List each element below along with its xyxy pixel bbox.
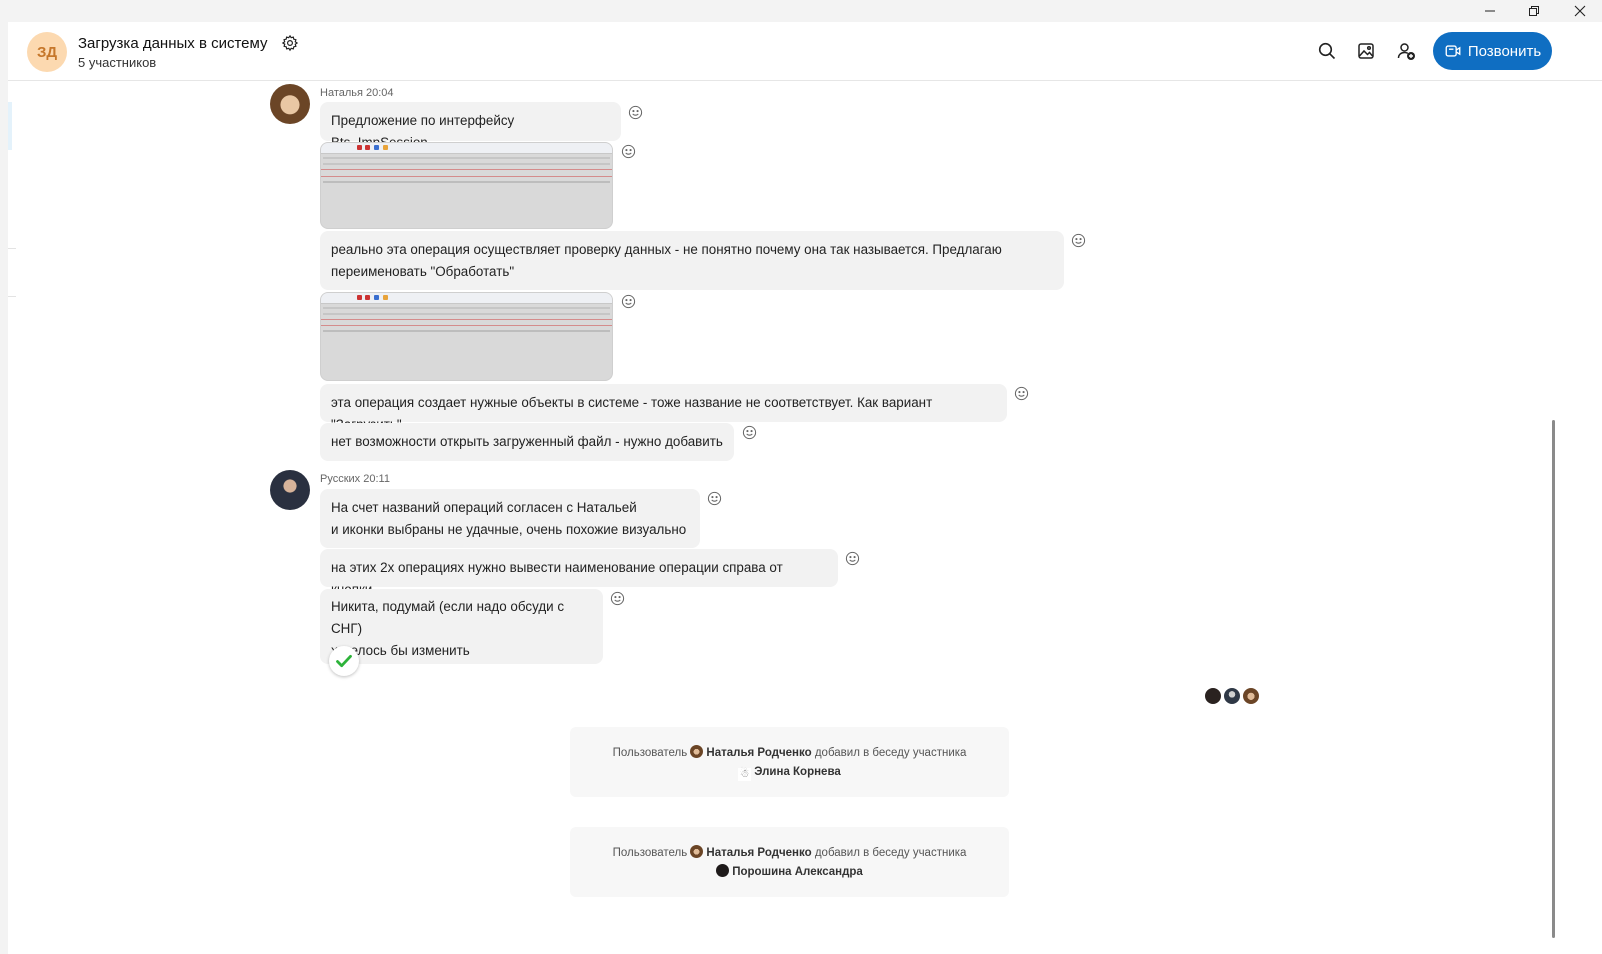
message-bubble[interactable]: нет возможности открыть загруженный файл… <box>320 423 734 461</box>
user-icon: ☃ <box>738 768 752 781</box>
chat-avatar[interactable]: ЗД <box>27 32 67 72</box>
read-receipt-avatar[interactable] <box>1204 687 1222 705</box>
scrollbar-thumb[interactable] <box>1552 420 1555 938</box>
target-name[interactable]: Порошина Александра <box>732 866 863 878</box>
chat-header: ЗД Загрузка данных в систему 5 участнико… <box>8 22 1602 81</box>
avatar[interactable] <box>270 84 310 124</box>
divider <box>8 296 16 297</box>
message-bubble[interactable]: эта операция создает нужные объекты в си… <box>320 384 1007 432</box>
screenshot-icon <box>374 295 379 300</box>
add-reaction-icon[interactable] <box>628 105 643 120</box>
reaction-badge[interactable] <box>329 646 359 676</box>
system-prefix: Пользователь <box>612 747 688 759</box>
system-prefix: Пользователь <box>612 847 688 859</box>
gallery-icon[interactable] <box>1356 41 1376 61</box>
screenshot-line <box>323 313 610 315</box>
call-button[interactable]: Позвонить <box>1433 32 1552 70</box>
minimize-icon[interactable] <box>1468 0 1512 22</box>
screenshot-line <box>321 325 612 326</box>
screenshot-line <box>323 181 610 183</box>
window-titlebar <box>0 0 1602 22</box>
screenshot-line <box>321 319 612 320</box>
search-icon[interactable] <box>1317 41 1337 61</box>
call-button-label: Позвонить <box>1467 42 1542 60</box>
add-reaction-icon[interactable] <box>1014 386 1029 401</box>
add-reaction-icon[interactable] <box>845 551 860 566</box>
actor-name[interactable]: Наталья Родченко <box>706 747 811 759</box>
screenshot-icon <box>357 145 362 150</box>
image-attachment[interactable] <box>320 292 613 381</box>
screenshot-line <box>321 169 612 170</box>
message-bubble[interactable]: на этих 2х операциях нужно вывести наиме… <box>320 549 838 597</box>
read-receipt-avatar[interactable] <box>1223 687 1241 705</box>
add-reaction-icon[interactable] <box>621 144 636 159</box>
screenshot-icon <box>365 145 370 150</box>
avatar[interactable] <box>270 470 310 510</box>
restore-icon[interactable] <box>1512 0 1556 22</box>
sidebar-edge <box>8 102 12 150</box>
chat-title[interactable]: Загрузка данных в систему <box>78 35 267 52</box>
divider <box>8 248 16 249</box>
screenshot-icon <box>357 295 362 300</box>
message-bubble[interactable]: На счет названий операций согласен с Нат… <box>320 489 700 548</box>
screenshot-line <box>323 157 610 159</box>
message-bubble[interactable]: реально эта операция осуществляет провер… <box>320 231 1064 290</box>
actor-name[interactable]: Наталья Родченко <box>706 847 811 859</box>
video-call-icon <box>1445 45 1461 57</box>
add-reaction-icon[interactable] <box>610 591 625 606</box>
sender-name-time: Наталья 20:04 <box>320 87 394 99</box>
avatar <box>690 745 704 758</box>
image-attachment[interactable] <box>320 142 613 229</box>
system-action: добавил в беседу участника <box>814 747 967 759</box>
message-bubble[interactable]: Предложение по интерфейсу Bts_ImpSession <box>320 102 621 150</box>
add-reaction-icon[interactable] <box>707 491 722 506</box>
screenshot-icon <box>374 145 379 150</box>
checkmark-icon <box>336 654 352 668</box>
participants-count[interactable]: 5 участников <box>78 55 156 70</box>
target-name[interactable]: Элина Корнева <box>754 766 841 778</box>
chat-window: ЗД Загрузка данных в систему 5 участнико… <box>8 22 1602 954</box>
system-message: Пользователь Наталья Родченко добавил в … <box>570 827 1009 897</box>
close-icon[interactable] <box>1558 0 1602 22</box>
system-action: добавил в беседу участника <box>814 847 967 859</box>
screenshot-line <box>323 163 610 165</box>
settings-icon[interactable] <box>281 34 299 52</box>
screenshot-icon <box>383 295 388 300</box>
sender-name-time: Русских 20:11 <box>320 473 390 485</box>
message-bubble[interactable]: Никита, подумай (если надо обсуди с СНГ)… <box>320 589 603 664</box>
system-message: Пользователь Наталья Родченко добавил в … <box>570 727 1009 797</box>
screenshot-icon <box>365 295 370 300</box>
screenshot-icon <box>383 145 388 150</box>
screenshot-line <box>323 330 610 332</box>
add-reaction-icon[interactable] <box>742 425 757 440</box>
add-reaction-icon[interactable] <box>1071 233 1086 248</box>
add-participant-icon[interactable] <box>1396 41 1416 61</box>
avatar <box>716 864 730 877</box>
read-receipt-avatar[interactable] <box>1242 687 1260 705</box>
add-reaction-icon[interactable] <box>621 294 636 309</box>
screenshot-line <box>321 176 612 177</box>
avatar <box>690 845 704 858</box>
screenshot-line <box>323 307 610 309</box>
